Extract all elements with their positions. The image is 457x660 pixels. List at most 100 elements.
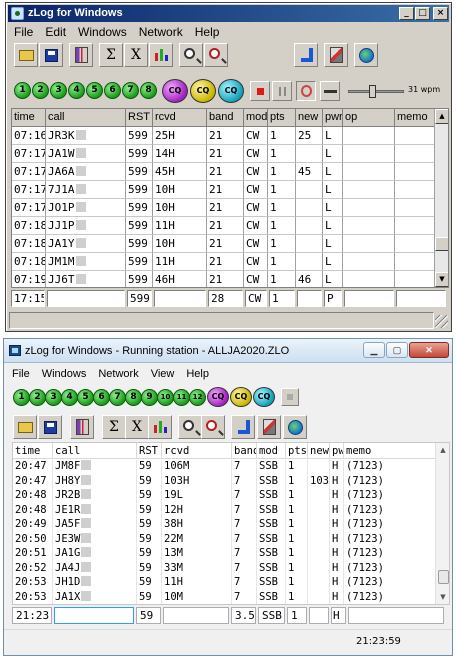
stop-button[interactable] — [250, 81, 270, 101]
multipliers-button[interactable]: X — [125, 415, 149, 439]
partial-check-button[interactable] — [70, 415, 94, 439]
speed-slider[interactable] — [348, 85, 404, 98]
col-mod[interactable]: mod — [257, 443, 286, 459]
open-button[interactable] — [14, 43, 38, 67]
entry-call[interactable] — [54, 607, 134, 624]
stop-button[interactable] — [281, 388, 299, 406]
col-mod[interactable]: mod — [244, 109, 268, 127]
entry-rst[interactable]: 59 — [136, 607, 161, 624]
band-7-button[interactable]: 7 — [109, 389, 126, 406]
maximize-button[interactable]: ▢ — [386, 342, 408, 358]
entry-mode[interactable]: CW — [245, 290, 267, 307]
menu-network[interactable]: Network — [92, 365, 144, 383]
band-1-button[interactable]: 1 — [14, 82, 31, 99]
vertical-scrollbar[interactable]: ▲ ▼ — [435, 443, 449, 604]
menu-network[interactable]: Network — [133, 23, 189, 41]
rate-graph-button[interactable] — [149, 43, 173, 67]
cq-button-1[interactable]: CQ — [162, 79, 188, 103]
save-button[interactable] — [39, 43, 63, 67]
entry-rcvd[interactable] — [154, 290, 206, 307]
entry-power[interactable]: H — [331, 607, 346, 624]
check-multi-button[interactable] — [204, 43, 228, 67]
col-rcvd[interactable]: rcvd — [153, 109, 207, 127]
entry-time[interactable]: 17:15 — [11, 290, 45, 307]
entry-points[interactable]: 1 — [269, 290, 295, 307]
scroll-down-button[interactable]: ▼ — [436, 590, 449, 604]
col-new[interactable]: new — [296, 109, 323, 127]
entry-rcvd[interactable] — [163, 607, 229, 624]
menu-windows[interactable]: Windows — [36, 365, 93, 383]
band-6-button[interactable]: 6 — [93, 389, 110, 406]
minimize-button[interactable]: ▁ — [363, 342, 385, 358]
cq-button-1[interactable]: CQ — [207, 387, 229, 407]
menu-view[interactable]: View — [145, 365, 181, 383]
cq-button-2[interactable]: CQ — [230, 387, 252, 407]
band-5-button[interactable]: 5 — [86, 82, 103, 99]
entry-time[interactable]: 21:23 — [12, 607, 52, 624]
rate-graph-button[interactable] — [148, 415, 172, 439]
scroll-up-button[interactable]: ▲ — [435, 109, 448, 124]
menu-file[interactable]: File — [8, 23, 39, 41]
band-7-button[interactable]: 7 — [122, 82, 139, 99]
col-call[interactable]: call — [53, 443, 137, 459]
col-pw[interactable]: pw — [330, 443, 344, 459]
qso-log-grid[interactable]: time call RST rcvd band mod pts new pw m… — [12, 442, 450, 605]
save-button[interactable] — [38, 415, 62, 439]
band-10-button[interactable]: 10 — [157, 389, 174, 406]
col-time[interactable]: time — [12, 109, 46, 127]
options-button[interactable] — [324, 43, 348, 67]
entry-new[interactable] — [309, 607, 329, 624]
band-6-button[interactable]: 6 — [104, 82, 121, 99]
menu-file[interactable]: File — [6, 365, 36, 383]
scroll-up-button[interactable]: ▲ — [436, 443, 449, 457]
cq-button-3[interactable]: CQ — [218, 79, 244, 103]
paddle-button[interactable] — [320, 81, 340, 101]
menu-edit[interactable]: Edit — [39, 23, 72, 41]
entry-band[interactable]: 28 — [208, 290, 243, 307]
qso-log-grid[interactable]: time call RST rcvd band mod pts new pwr … — [11, 108, 449, 288]
close-button[interactable]: × — [433, 7, 448, 20]
pause-button[interactable] — [272, 81, 292, 101]
entry-rst[interactable]: 599 — [127, 290, 152, 307]
title-bar[interactable]: zLog for Windows - Running station - ALL… — [4, 339, 452, 363]
cq-button-2[interactable]: CQ — [190, 79, 216, 103]
scroll-thumb[interactable] — [435, 237, 448, 251]
band-1-button[interactable]: 1 — [13, 389, 30, 406]
col-new[interactable]: new — [308, 443, 330, 459]
band-5-button[interactable]: 5 — [77, 389, 94, 406]
band-11-button[interactable]: 11 — [173, 389, 190, 406]
col-pts[interactable]: pts — [286, 443, 308, 459]
entry-points[interactable]: 1 — [287, 607, 307, 624]
band-8-button[interactable]: 8 — [140, 82, 157, 99]
band-2-button[interactable]: 2 — [29, 389, 46, 406]
scroll-down-button[interactable]: ▼ — [435, 272, 448, 287]
band-9-button[interactable]: 9 — [141, 389, 158, 406]
entry-power[interactable]: P — [324, 290, 342, 307]
menu-windows[interactable]: Windows — [72, 23, 133, 41]
cq-button-3[interactable]: CQ — [253, 387, 275, 407]
entry-call[interactable] — [47, 290, 125, 307]
summary-button[interactable]: Σ — [99, 43, 123, 67]
title-bar[interactable]: zLog for Windows _ □ × — [8, 5, 449, 22]
entry-band[interactable]: 3.5 — [231, 607, 256, 624]
menu-help[interactable]: Help — [180, 365, 215, 383]
entry-mode[interactable]: SSB — [258, 607, 285, 624]
check-multi-button[interactable] — [201, 415, 225, 439]
col-memo[interactable]: memo — [344, 443, 436, 459]
band-12-button[interactable]: 12 — [189, 389, 206, 406]
col-pts[interactable]: pts — [268, 109, 296, 127]
check-call-button[interactable] — [178, 415, 202, 439]
cluster-button[interactable] — [283, 415, 307, 439]
col-rst[interactable]: RST — [137, 443, 162, 459]
band-4-button[interactable]: 4 — [61, 389, 78, 406]
summary-button[interactable]: Σ — [102, 415, 126, 439]
maximize-button[interactable]: □ — [415, 7, 430, 20]
tune-button[interactable] — [296, 81, 316, 101]
band-4-button[interactable]: 4 — [68, 82, 85, 99]
band-2-button[interactable]: 2 — [32, 82, 49, 99]
band-8-button[interactable]: 8 — [125, 389, 142, 406]
size-grip[interactable] — [435, 315, 448, 328]
partial-check-button[interactable] — [69, 43, 93, 67]
speed-slider-thumb[interactable] — [369, 85, 376, 98]
entry-op[interactable] — [344, 290, 394, 307]
